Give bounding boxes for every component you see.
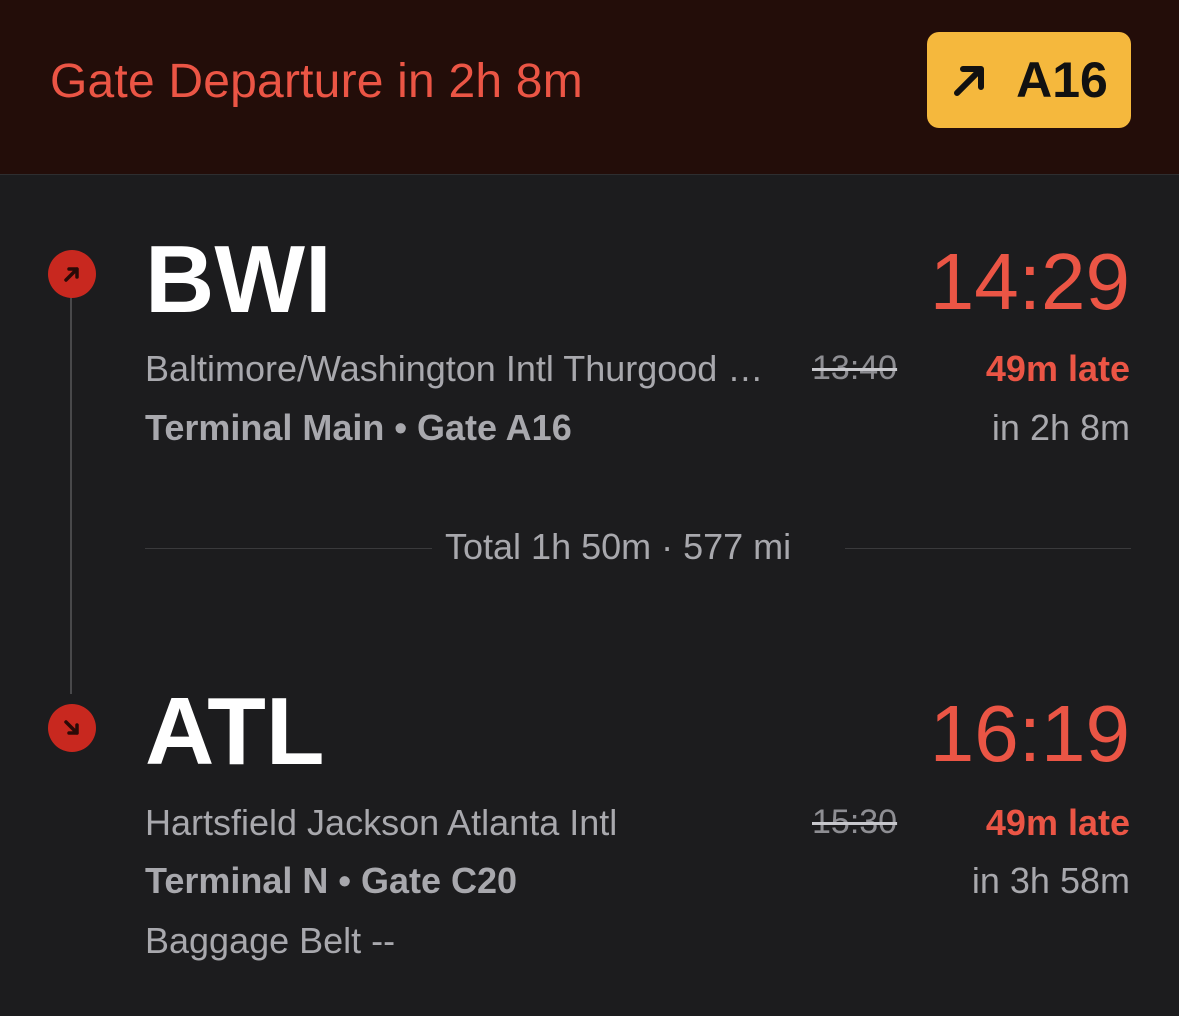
arrival-time: 16:19 (929, 689, 1130, 778)
arrival-terminal-gate: Terminal N • Gate C20 (145, 860, 518, 901)
departure-relative-time: in 2h 8m (991, 407, 1130, 448)
divider-right (845, 548, 1131, 549)
departure-time: 14:29 (929, 237, 1130, 326)
departure-delay: 49m late (985, 348, 1130, 389)
arrow-up-right-icon (954, 66, 985, 96)
gate-badge-label: A16 (1016, 52, 1108, 108)
departure-terminal-gate: Terminal Main • Gate A16 (145, 407, 572, 448)
flight-total-summary: Total 1h 50m · 577 mi (445, 526, 792, 567)
banner-title: Gate Departure in 2h 8m (50, 55, 583, 108)
departure-arrow-icon (48, 250, 96, 298)
arrival-airport-code: ATL (145, 678, 325, 785)
arrival-airport-name: Hartsfield Jackson Atlanta Intl (145, 802, 618, 843)
divider-left (145, 548, 432, 549)
gate-badge[interactable]: A16 (927, 32, 1131, 128)
arrival-delay: 49m late (985, 802, 1130, 843)
arrival-scheduled-time: 15:30 (812, 803, 898, 841)
arrival-arrow-icon (48, 704, 96, 752)
gate-departure-banner: Gate Departure in 2h 8m A16 (0, 0, 1179, 175)
arrival-baggage-belt: Baggage Belt -- (145, 920, 396, 961)
departure-airport-code: BWI (145, 226, 332, 333)
departure-airport-name: Baltimore/Washington Intl Thurgood Marsh… (145, 348, 785, 389)
departure-scheduled-time: 13:40 (812, 349, 898, 387)
timeline-line (70, 296, 72, 694)
arrival-relative-time: in 3h 58m (971, 860, 1130, 901)
